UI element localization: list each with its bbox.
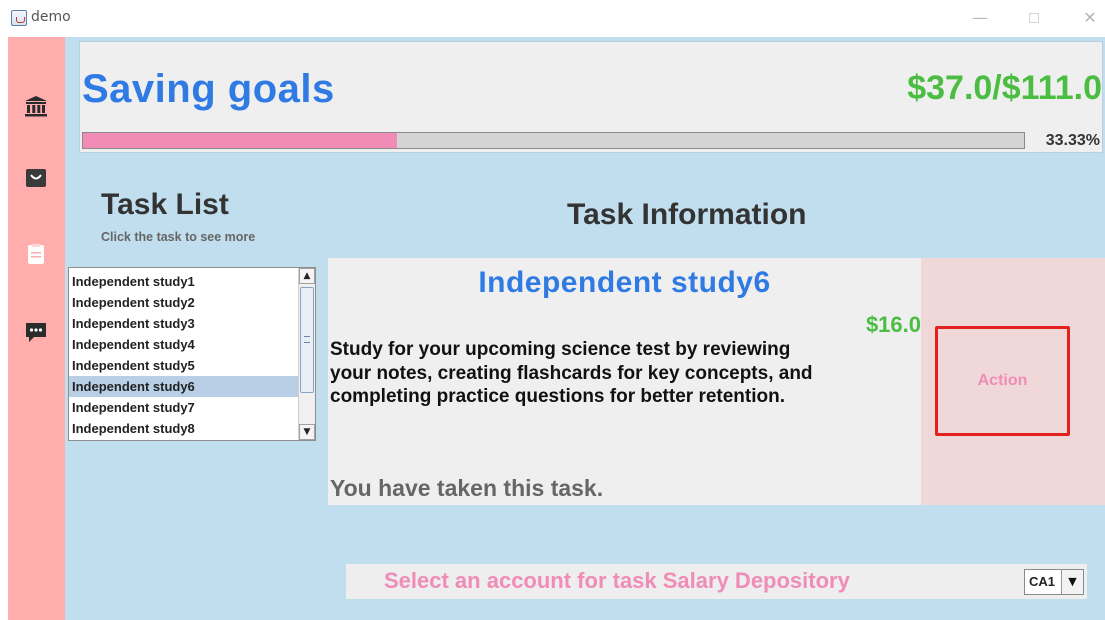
task-list-item[interactable]: Independent study2 (69, 292, 298, 313)
action-panel: Action (921, 258, 1105, 505)
task-list-item[interactable]: Independent study7 (69, 397, 298, 418)
task-list-item[interactable]: Independent study4 (69, 334, 298, 355)
task-reward: $16.0 (865, 312, 921, 337)
task-list-items: Independent study1 Independent study2 In… (69, 271, 298, 439)
sidebar (8, 37, 65, 620)
java-app-icon (11, 10, 27, 26)
maximize-icon (1029, 13, 1039, 23)
saving-goals-amount: $37.0/$111.0 (907, 69, 1102, 107)
window-title: demo (31, 9, 71, 25)
task-description: Study for your upcoming science test by … (330, 339, 813, 407)
scroll-down-button[interactable]: ▼ (299, 424, 315, 440)
task-list[interactable]: Independent study1 Independent study2 In… (68, 267, 316, 441)
clipboard-icon[interactable] (24, 243, 48, 265)
saving-progress-fill (83, 133, 397, 148)
saving-goals-panel: Saving goals $37.0/$111.0 33.33% (79, 41, 1103, 153)
task-information-heading: Task Information (567, 198, 807, 231)
task-status: You have taken this task. (330, 475, 604, 501)
account-selector-bar: Select an account for task Salary Deposi… (346, 564, 1087, 599)
chat-bubble-icon[interactable] (24, 321, 48, 343)
close-icon: ✕ (1083, 8, 1097, 27)
dropdown-arrow-icon[interactable]: ▼ (1061, 570, 1083, 594)
account-dropdown[interactable]: CA1 ▼ (1024, 569, 1084, 595)
task-list-item-selected[interactable]: Independent study6 (69, 376, 298, 397)
task-list-item[interactable]: Independent study8 (69, 418, 298, 439)
saving-progress-percent: 33.33% (1045, 132, 1100, 149)
bank-icon[interactable] (24, 95, 48, 117)
maximize-button[interactable] (1021, 6, 1047, 30)
task-list-item[interactable]: Independent study3 (69, 313, 298, 334)
main-panel: Saving goals $37.0/$111.0 33.33% Task Li… (65, 37, 1105, 620)
action-button[interactable]: Action (935, 326, 1070, 436)
shopping-bag-icon[interactable] (24, 167, 48, 189)
account-dropdown-value: CA1 (1029, 574, 1056, 589)
task-list-heading: Task List (101, 188, 229, 221)
triangle-down-icon: ▼ (303, 427, 311, 437)
close-button[interactable]: ✕ (1077, 6, 1103, 30)
task-name: Independent study6 (478, 266, 771, 299)
app-window: demo — ✕ Saving goals $37.0/$111.0 33.33… (0, 0, 1105, 620)
minimize-button[interactable]: — (967, 6, 993, 30)
scrollbar-thumb[interactable] (300, 287, 314, 393)
task-list-scrollbar[interactable]: ▲ ▼ (298, 268, 315, 440)
task-list-item[interactable]: Independent study1 (69, 271, 298, 292)
triangle-up-icon: ▲ (303, 271, 311, 281)
account-selector-label: Select an account for task Salary Deposi… (384, 568, 850, 593)
task-list-item[interactable]: Independent study5 (69, 355, 298, 376)
minimize-icon: — (972, 8, 988, 27)
saving-progress-bar (82, 132, 1025, 149)
task-information-panel: Independent study6 $16.0 Study for your … (328, 258, 921, 505)
task-list-hint: Click the task to see more (101, 230, 256, 244)
title-bar[interactable]: demo — ✕ (0, 0, 1105, 37)
saving-goals-title: Saving goals (82, 67, 335, 111)
scroll-up-button[interactable]: ▲ (299, 268, 315, 284)
